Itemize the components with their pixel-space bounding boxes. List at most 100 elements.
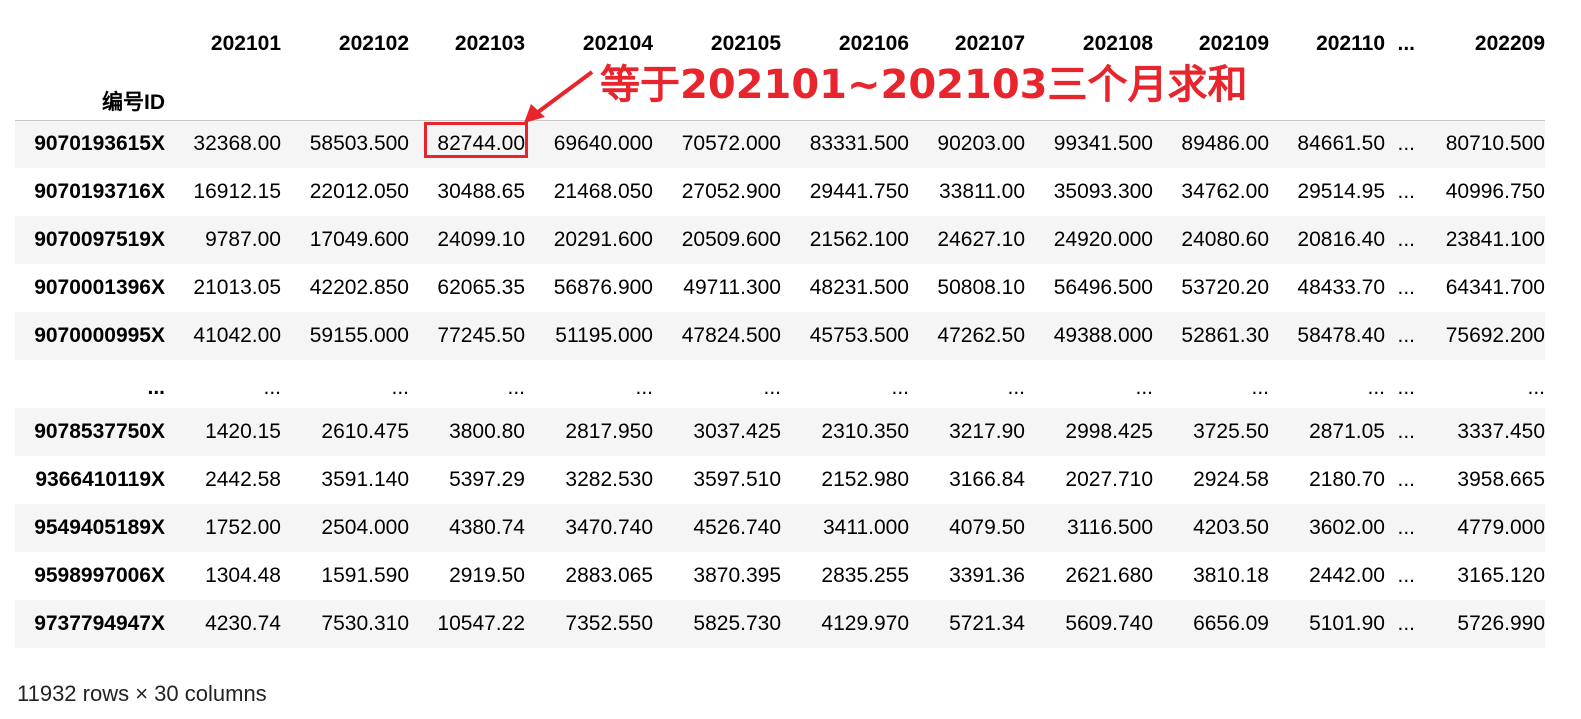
row-index-label: 9070193615X xyxy=(15,119,165,168)
table-cell: 2871.05 xyxy=(1309,420,1385,443)
table-cell: 3166.84 xyxy=(949,468,1025,491)
table-cell: 3800.80 xyxy=(449,420,525,443)
header-empty-cell xyxy=(1385,86,1415,120)
annotation-text: 等于202101~202103三个月求和 xyxy=(600,62,1248,108)
table-row: 9070001396X 21013.05 42202.850 62065.35 5687… xyxy=(15,264,1545,312)
table-cell: 29514.95 xyxy=(1297,180,1385,203)
table-cell: 47824.500 xyxy=(681,324,781,347)
table-cell: 22012.050 xyxy=(309,180,409,203)
table-cell: 99341.500 xyxy=(1025,119,1153,168)
table-cell: 24627.10 xyxy=(937,228,1025,251)
table-row: 9549405189X 1752.00 2504.000 4380.74 3470.74… xyxy=(15,504,1545,552)
table-cell: 62065.35 xyxy=(437,276,525,299)
table-cell: 69640.000 xyxy=(525,119,653,168)
table-cell: 29441.750 xyxy=(809,180,909,203)
table-cell: 64341.700 xyxy=(1445,276,1545,299)
table-row: 9366410119X 2442.58 3591.140 5397.29 3282.53… xyxy=(15,456,1545,504)
table-cell: 7530.310 xyxy=(321,612,409,635)
table-cell: 6656.09 xyxy=(1193,612,1269,635)
table-cell: 48231.500 xyxy=(809,276,909,299)
table-cell: ... xyxy=(763,376,781,399)
table-row: ....................................... xyxy=(15,360,1545,408)
table-cell: 5825.730 xyxy=(693,612,781,635)
table-row: 9737794947X 4230.74 7530.310 10547.22 7352.5… xyxy=(15,600,1545,648)
table-cell: 2883.065 xyxy=(565,564,653,587)
column-header: 202101 xyxy=(210,32,281,55)
table-cell: ... xyxy=(507,376,525,399)
table-cell: ... xyxy=(1385,119,1415,168)
table-cell: 52861.30 xyxy=(1181,324,1269,347)
header-empty-cell xyxy=(409,86,525,120)
table-cell: 4203.50 xyxy=(1193,516,1269,539)
table-cell: 89486.00 xyxy=(1153,119,1269,168)
table-cell: ... xyxy=(1527,376,1545,399)
header-blank-cell xyxy=(15,0,165,86)
table-cell: 51195.000 xyxy=(555,324,653,347)
table-cell: 27052.900 xyxy=(681,180,781,203)
column-header: 202110 xyxy=(1316,32,1385,55)
row-index-label: 9070097519X xyxy=(34,228,165,251)
table-cell: 70572.000 xyxy=(653,119,781,168)
table-cell: ... xyxy=(391,376,409,399)
table-cell: 49711.300 xyxy=(683,276,781,299)
table-cell: 1420.15 xyxy=(205,420,281,443)
table-cell: 32368.00 xyxy=(165,119,281,168)
row-index-label: 9070001396X xyxy=(34,276,165,299)
table-cell: 2310.350 xyxy=(821,420,909,443)
table-cell: 17049.600 xyxy=(309,228,409,251)
table-cell: 77245.50 xyxy=(437,324,525,347)
table-cell: ... xyxy=(1397,180,1415,203)
table-cell: 3470.740 xyxy=(565,516,653,539)
table-cell: 16912.15 xyxy=(193,180,281,203)
table-cell: ... xyxy=(1397,228,1415,251)
table-cell: 40996.750 xyxy=(1445,180,1545,203)
table-cell: 21468.050 xyxy=(553,180,653,203)
table-cell: 2504.000 xyxy=(321,516,409,539)
table-cell: 4779.000 xyxy=(1457,516,1545,539)
table-cell: 7352.550 xyxy=(565,612,653,635)
row-index-label: 9737794947X xyxy=(34,612,165,635)
table-cell: 45753.500 xyxy=(809,324,909,347)
table-cell: 49388.000 xyxy=(1053,324,1153,347)
column-header: 202209 xyxy=(1474,32,1545,55)
table-cell: 3391.36 xyxy=(949,564,1025,587)
table-cell: 2817.950 xyxy=(565,420,653,443)
table-cell: 3037.425 xyxy=(693,420,781,443)
table-cell: 1304.48 xyxy=(205,564,281,587)
table-cell: 24920.000 xyxy=(1053,228,1153,251)
table-row: 9070193615X 32368.00 58503.500 82744.00 6964… xyxy=(15,119,1545,168)
table-cell: ... xyxy=(1397,420,1415,443)
table-cell: ... xyxy=(1397,468,1415,491)
table-cell: 4380.74 xyxy=(449,516,525,539)
table-cell: ... xyxy=(1397,612,1415,635)
header-empty-cell xyxy=(1415,86,1545,120)
table-cell: 42202.850 xyxy=(309,276,409,299)
column-header: ... xyxy=(1397,32,1415,55)
table-cell: 33811.00 xyxy=(938,180,1025,203)
table-cell: 2180.70 xyxy=(1309,468,1385,491)
table-cell: 1752.00 xyxy=(205,516,281,539)
table-cell: 80710.500 xyxy=(1415,119,1545,168)
table-cell: 84661.50 xyxy=(1269,119,1385,168)
table-cell: 3597.510 xyxy=(693,468,781,491)
table-cell: 20291.600 xyxy=(553,228,653,251)
table-cell: 58503.500 xyxy=(281,119,409,168)
table-cell: 53720.20 xyxy=(1181,276,1269,299)
table-cell: 1591.590 xyxy=(321,564,409,587)
table-cell: 24080.60 xyxy=(1181,228,1269,251)
table-cell: 3591.140 xyxy=(321,468,409,491)
header-empty-cell xyxy=(281,86,409,120)
row-index-label: 9078537750X xyxy=(34,420,165,443)
row-index-label: 9070193716X xyxy=(34,180,165,203)
table-cell: 4079.50 xyxy=(949,516,1025,539)
table-cell: 56496.500 xyxy=(1053,276,1153,299)
table-cell: 4129.970 xyxy=(821,612,909,635)
table-cell: 21013.05 xyxy=(193,276,281,299)
row-index-label: 9070000995X xyxy=(34,324,165,347)
row-index-label: ... xyxy=(147,376,165,399)
table-cell: ... xyxy=(1397,564,1415,587)
table-cell: 20509.600 xyxy=(681,228,781,251)
table-cell: 3217.90 xyxy=(949,420,1025,443)
highlight-box xyxy=(424,122,528,158)
table-cell: 10547.22 xyxy=(437,612,525,635)
